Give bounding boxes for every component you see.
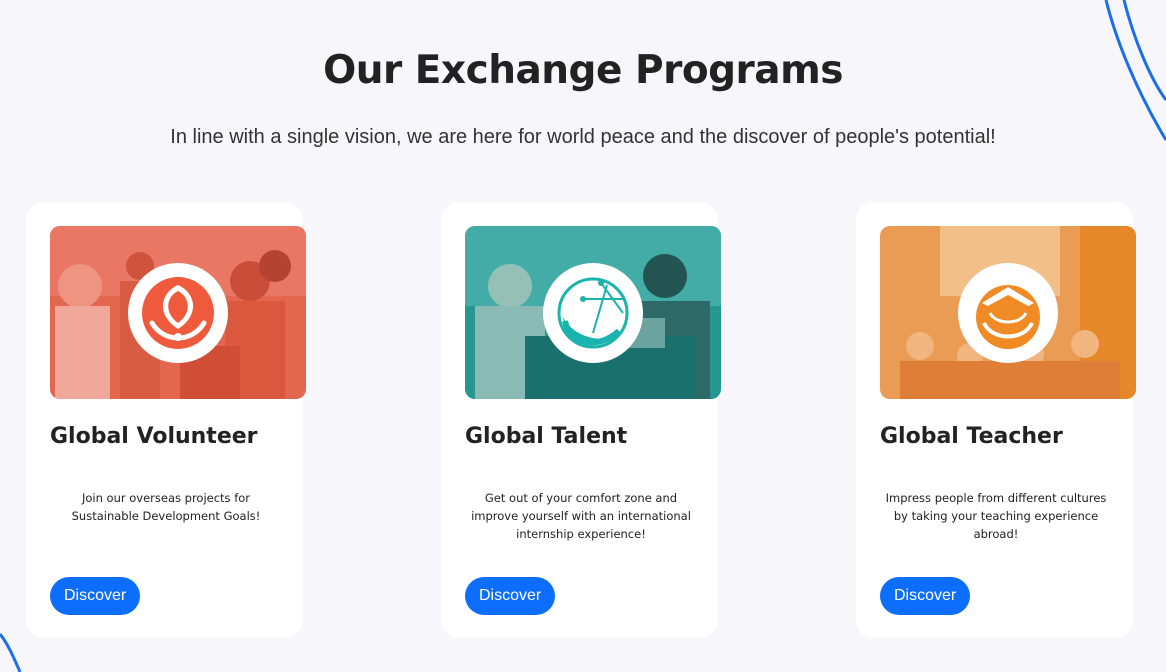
program-description: Impress people from different cultures b…	[885, 491, 1107, 541]
program-title: Global Volunteer	[50, 424, 258, 449]
program-description: Join our overseas projects for Sustainab…	[71, 491, 261, 523]
program-card-global-volunteer: Global Volunteer Join our overseas proje…	[26, 202, 306, 638]
program-title: Global Talent	[465, 424, 628, 449]
discover-button[interactable]: Discover	[880, 577, 971, 615]
global-talent-logo-icon	[557, 277, 629, 349]
program-title: Global Teacher	[880, 424, 1063, 449]
program-photo	[50, 226, 306, 399]
program-photo	[880, 226, 1136, 399]
logo-badge	[128, 263, 228, 363]
logo-badge	[543, 263, 643, 363]
discover-button[interactable]: Discover	[50, 577, 141, 615]
section-title: Our Exchange Programs	[323, 48, 843, 93]
program-card-global-talent: Global Talent Get out of your comfort zo…	[441, 202, 721, 638]
logo-badge	[958, 263, 1058, 363]
global-volunteer-logo-icon	[142, 277, 214, 349]
global-teacher-logo-icon	[976, 285, 1040, 349]
program-description: Get out of your comfort zone and improve…	[471, 491, 691, 541]
program-card-global-teacher: Global Teacher Impress people from diffe…	[856, 202, 1136, 638]
discover-button[interactable]: Discover	[465, 577, 556, 615]
program-photo	[465, 226, 721, 399]
section-subtitle: In line with a single vision, we are her…	[170, 126, 996, 148]
